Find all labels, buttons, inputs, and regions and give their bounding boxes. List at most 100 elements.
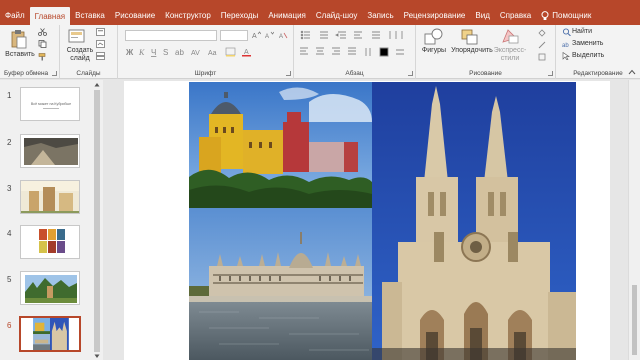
- shape-effects-icon[interactable]: [538, 53, 547, 61]
- paste-button[interactable]: Вставить: [4, 51, 36, 59]
- new-slide-button-label-2[interactable]: слайд: [62, 55, 98, 63]
- slide-thumbnail-3[interactable]: 3: [0, 180, 103, 220]
- scroll-up-icon[interactable]: [94, 82, 100, 87]
- slide-scrollbar[interactable]: [628, 80, 640, 360]
- font-group-label: Шрифт: [194, 70, 217, 77]
- slide-number: 1: [7, 91, 12, 100]
- tab-insert[interactable]: Вставка: [70, 6, 110, 25]
- svg-text:Ж: Ж: [126, 48, 134, 57]
- clipboard-group: Вставить Буфер обмена: [0, 25, 60, 79]
- slide-number: 3: [7, 184, 12, 193]
- paragraph-launcher-icon[interactable]: [408, 71, 413, 76]
- reset-icon[interactable]: [96, 40, 105, 48]
- clipboard-group-label: Буфер обмена: [4, 70, 49, 77]
- font-name-dropdown[interactable]: [125, 30, 217, 41]
- svg-text:ab: ab: [175, 48, 184, 57]
- ribbon-tabs: Файл Главная Вставка Рисование Конструкт…: [0, 6, 640, 25]
- svg-text:A: A: [244, 49, 249, 56]
- drawing-launcher-icon[interactable]: [548, 71, 553, 76]
- svg-text:A: A: [279, 34, 283, 39]
- svg-text:К: К: [138, 48, 145, 57]
- font-size-dropdown[interactable]: [220, 30, 248, 41]
- slide-scroll-thumb[interactable]: [632, 285, 637, 355]
- tab-record[interactable]: Запись: [362, 6, 398, 25]
- lightbulb-icon: [541, 10, 549, 20]
- cathedral-photo[interactable]: [372, 82, 576, 360]
- slide-number: 5: [7, 275, 12, 284]
- slide-2-preview: [21, 135, 79, 167]
- slide-number: 4: [7, 229, 12, 238]
- section-icon[interactable]: [96, 52, 105, 60]
- slides-group-label: Слайды: [76, 70, 101, 77]
- slide-thumbnail-1[interactable]: 1 Всё может на Кубрибые: [0, 87, 103, 127]
- new-slide-button[interactable]: Создать: [62, 47, 98, 55]
- tab-file[interactable]: Файл: [0, 6, 30, 25]
- castle-photo[interactable]: [189, 82, 372, 208]
- tab-animations[interactable]: Анимация: [263, 6, 311, 25]
- format-painter-icon[interactable]: [38, 53, 47, 61]
- clipboard-launcher-icon[interactable]: [52, 71, 57, 76]
- arrange-icon[interactable]: [460, 28, 480, 46]
- paste-icon[interactable]: [10, 29, 28, 49]
- slide-canvas: [104, 80, 628, 360]
- tab-review[interactable]: Рецензирование: [399, 6, 471, 25]
- quick-styles-icon[interactable]: [500, 27, 520, 45]
- replace-button[interactable]: Заменить: [572, 40, 603, 48]
- select-button[interactable]: Выделить: [572, 52, 604, 60]
- shape-fill-icon[interactable]: [538, 29, 547, 37]
- collapse-ribbon-icon[interactable]: [628, 69, 636, 75]
- slide-thumbnail-5[interactable]: 5: [0, 271, 103, 311]
- select-icon[interactable]: [562, 52, 571, 60]
- svg-text:S: S: [163, 48, 168, 57]
- paragraph-format-icons[interactable]: [300, 30, 412, 62]
- drawing-group-label: Рисование: [469, 70, 502, 77]
- font-format-icons[interactable]: Ж К Ч S ab AV Aa A: [126, 47, 266, 57]
- shapes-button[interactable]: Фигуры: [418, 47, 450, 55]
- paragraph-group-label: Абзац: [345, 70, 364, 77]
- thumbnail-scrollbar[interactable]: [93, 80, 101, 360]
- replace-icon[interactable]: ab: [562, 40, 571, 48]
- slide-1-preview: Всё может на Кубрибые: [31, 102, 71, 109]
- svg-text:Aa: Aa: [208, 50, 217, 57]
- drawing-group: Фигуры Упорядочить Экспресс- стили Рисов…: [416, 25, 556, 79]
- layout-icon[interactable]: [96, 28, 105, 36]
- paragraph-group: Абзац: [294, 25, 416, 79]
- tab-slideshow[interactable]: Слайд-шоу: [311, 6, 362, 25]
- quick-styles-button-label-2[interactable]: стили: [490, 55, 530, 63]
- find-icon[interactable]: [562, 28, 571, 36]
- arrange-button[interactable]: Упорядочить: [450, 47, 494, 55]
- new-slide-icon[interactable]: [68, 28, 86, 46]
- slide-thumbnail-4[interactable]: 4: [0, 225, 103, 265]
- tab-design[interactable]: Конструктор: [160, 6, 216, 25]
- tab-view[interactable]: Вид: [470, 6, 494, 25]
- scroll-down-icon[interactable]: [94, 354, 100, 359]
- shapes-icon[interactable]: [424, 28, 444, 46]
- tell-me-search[interactable]: Помощник: [536, 6, 596, 25]
- parliament-photo[interactable]: [189, 208, 372, 360]
- slide-5-preview: [21, 272, 79, 304]
- slide-4-preview: [21, 226, 79, 258]
- tell-me-label: Помощник: [552, 11, 592, 20]
- tab-home[interactable]: Главная: [29, 7, 71, 25]
- slide-1-title: Всё может на Кубрибые: [31, 102, 71, 106]
- copy-icon[interactable]: [38, 40, 47, 48]
- editing-group: Найти ab Заменить Выделить Редактировани…: [556, 25, 640, 79]
- slide-6-preview: [21, 318, 79, 350]
- thumbnail-scroll-thumb[interactable]: [94, 90, 100, 352]
- tab-draw[interactable]: Рисование: [110, 6, 160, 25]
- shape-outline-icon[interactable]: [538, 41, 547, 49]
- find-button[interactable]: Найти: [572, 28, 592, 36]
- cut-icon[interactable]: [38, 28, 47, 36]
- clear-formatting-icon[interactable]: A: [279, 31, 288, 39]
- slide-number: 6: [7, 321, 12, 330]
- font-launcher-icon[interactable]: [286, 71, 291, 76]
- tab-transitions[interactable]: Переходы: [216, 6, 264, 25]
- quick-styles-button[interactable]: Экспресс-: [490, 47, 530, 55]
- slide-thumbnail-2[interactable]: 2: [0, 134, 103, 174]
- tab-help[interactable]: Справка: [495, 6, 536, 25]
- svg-text:Ч: Ч: [151, 48, 156, 57]
- current-slide[interactable]: [124, 81, 610, 360]
- decrease-font-icon[interactable]: A: [265, 31, 274, 39]
- slide-thumbnail-6[interactable]: 6: [0, 316, 103, 357]
- increase-font-icon[interactable]: A: [252, 31, 261, 39]
